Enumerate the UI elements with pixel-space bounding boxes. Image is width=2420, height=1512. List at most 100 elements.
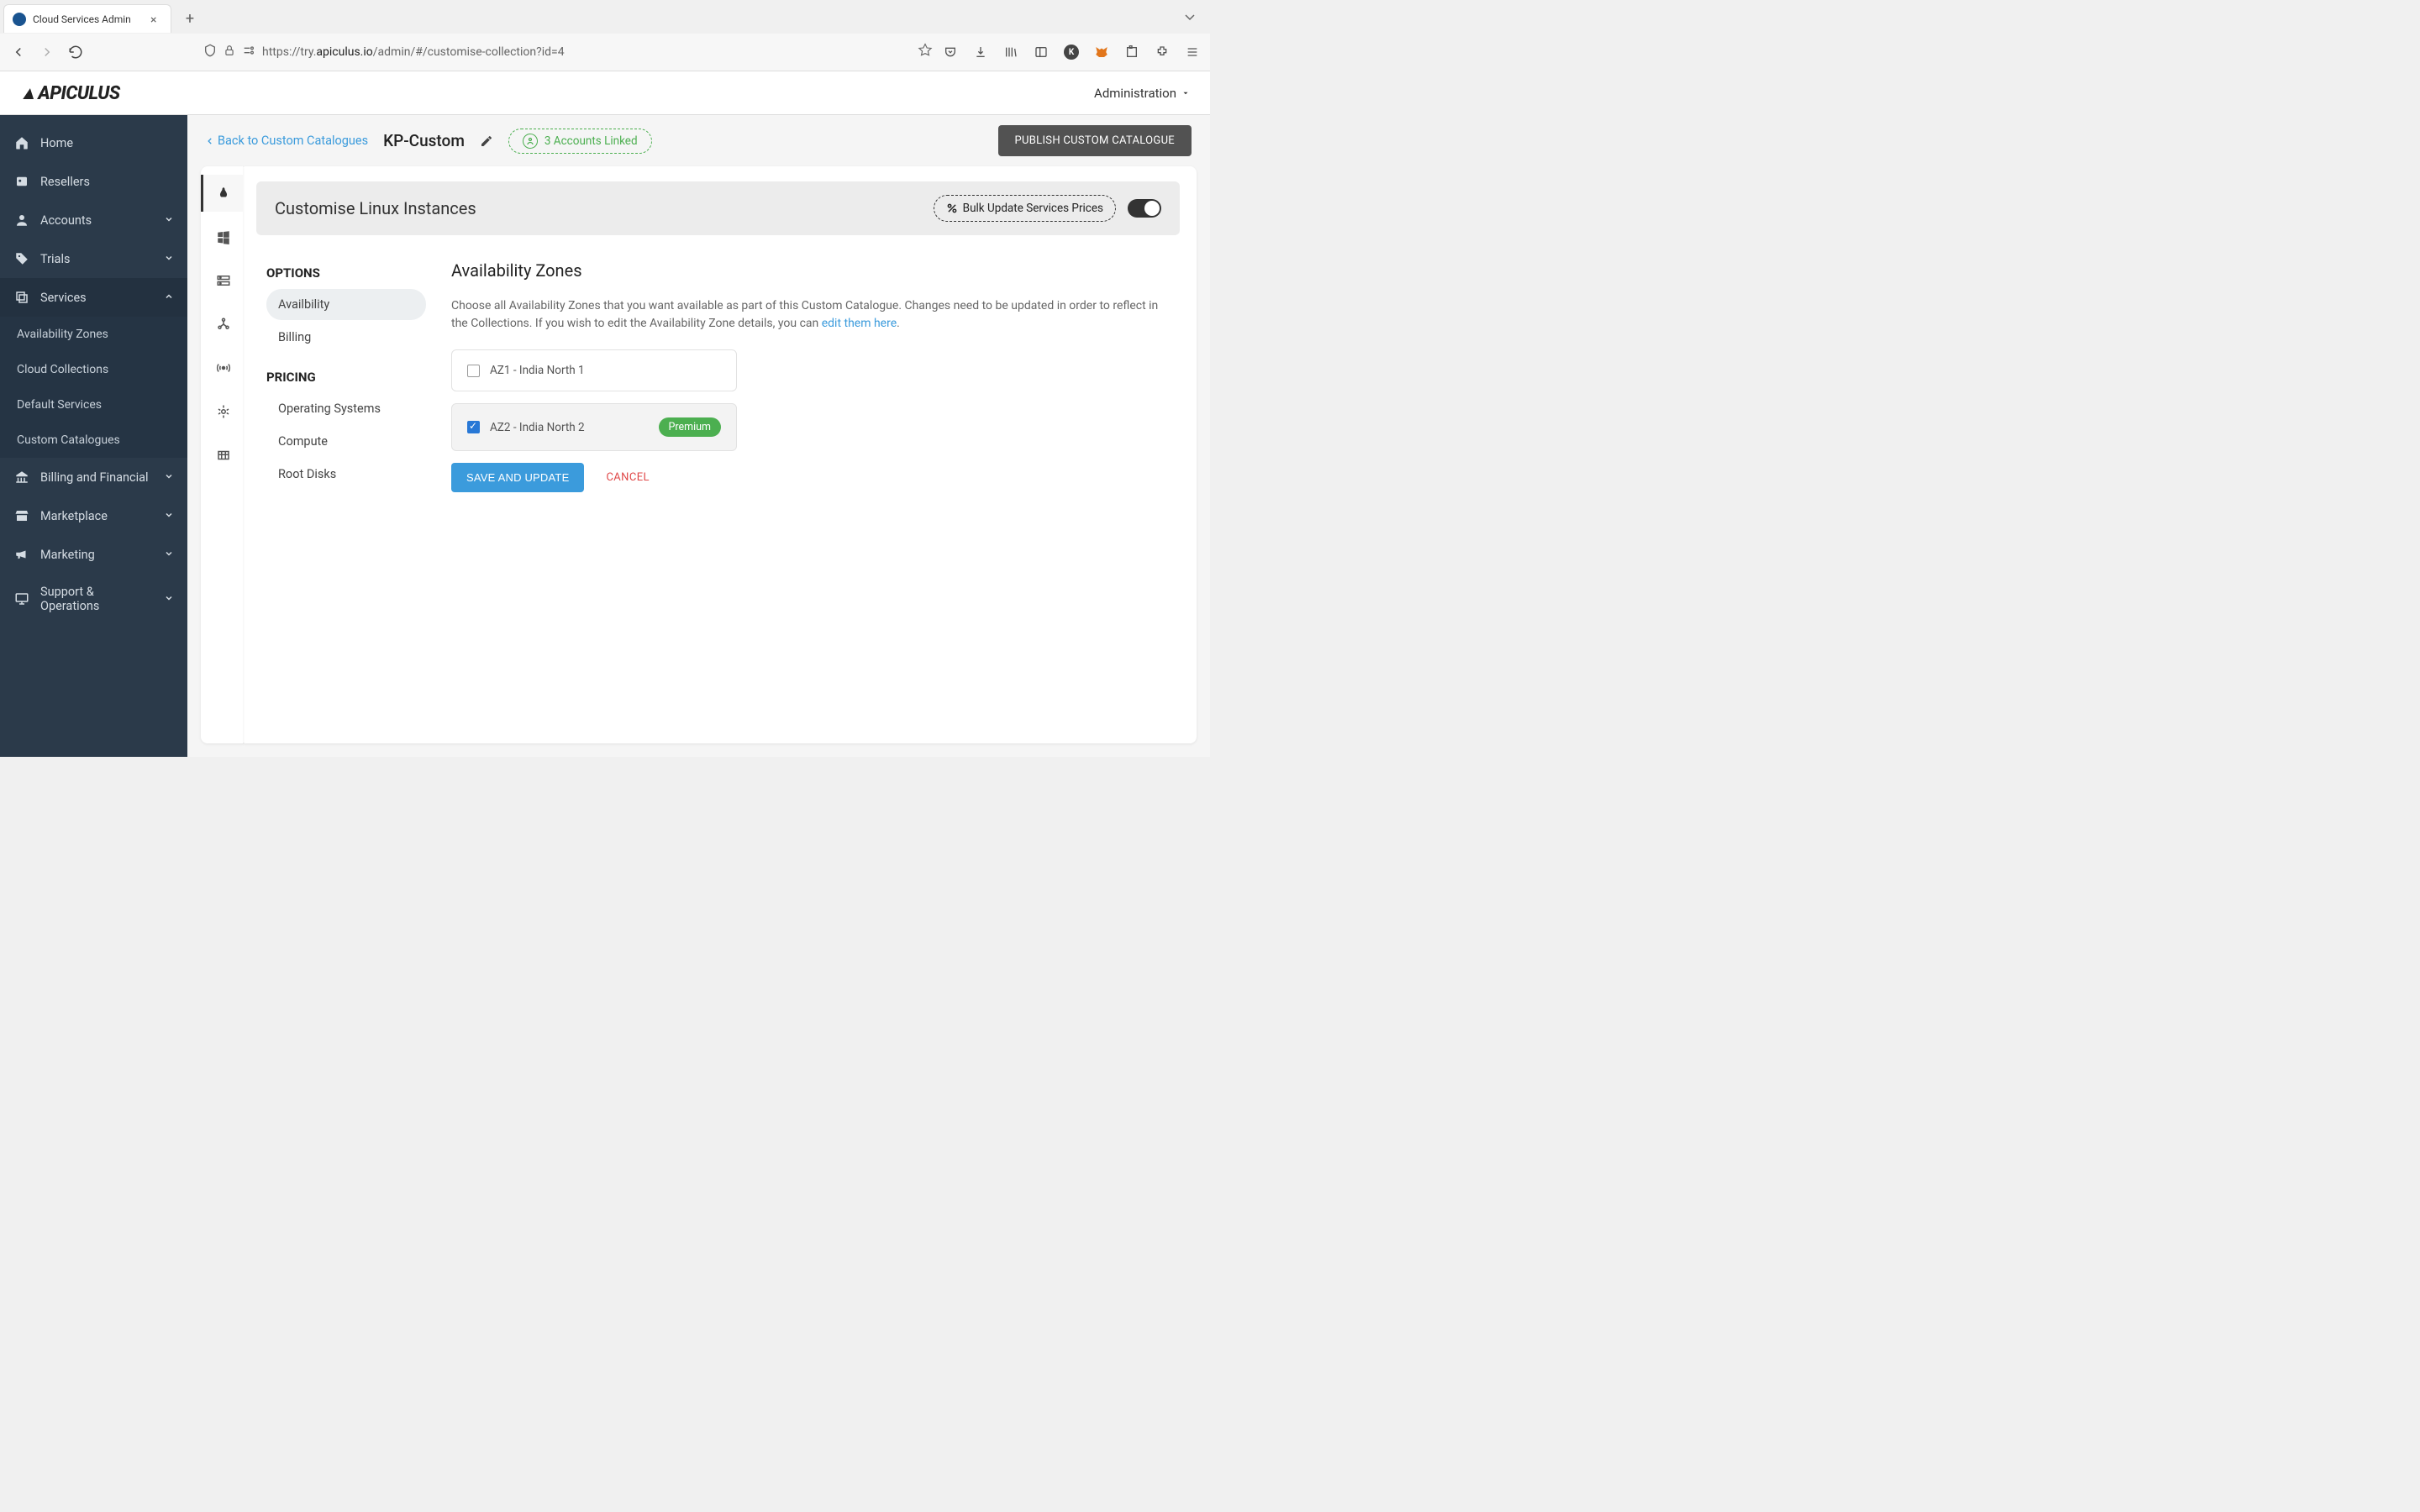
options-column: OPTIONS Availbility Billing PRICING Oper… [266, 260, 426, 492]
sidebar-sub-cloud-collections[interactable]: Cloud Collections [3, 352, 187, 387]
sidebar-item-label: Services [40, 291, 87, 305]
tabs-overflow-icon[interactable] [1183, 10, 1207, 27]
tab-title: Cloud Services Admin [33, 13, 144, 25]
bookmark-star-icon[interactable] [918, 43, 933, 61]
sidebar-sub-default-services[interactable]: Default Services [3, 387, 187, 423]
panel-toggle[interactable] [1128, 199, 1161, 218]
app-header: ▲APICULUS Administration [0, 71, 1210, 115]
sidebar-item-billing-financial[interactable]: Billing and Financial [0, 458, 187, 496]
sidebar-item-trials[interactable]: Trials [0, 239, 187, 278]
chevron-down-icon [164, 214, 174, 227]
sidebar-item-label: Availability Zones [17, 328, 108, 341]
tab-bar: Cloud Services Admin × + [0, 0, 1210, 34]
option-billing[interactable]: Billing [266, 322, 426, 353]
k-extension-icon[interactable]: K [1064, 45, 1079, 60]
cancel-button[interactable]: CANCEL [606, 471, 649, 484]
back-link[interactable]: Back to Custom Catalogues [206, 134, 368, 148]
publish-catalogue-button[interactable]: PUBLISH CUSTOM CATALOGUE [998, 125, 1192, 156]
az-option-2[interactable]: AZ2 - India North 2 Premium [451, 403, 737, 451]
pricing-heading: PRICING [266, 370, 426, 385]
sidebar-item-home[interactable]: Home [0, 123, 187, 162]
vtab-storage[interactable] [201, 262, 243, 299]
back-button[interactable] [10, 44, 27, 60]
monitor-icon [13, 591, 30, 607]
new-tab-button[interactable]: + [178, 7, 202, 30]
sidebar-item-label: Marketplace [40, 509, 108, 523]
accounts-linked-badge[interactable]: 3 Accounts Linked [508, 129, 652, 154]
panel-title: Customise Linux Instances [275, 198, 476, 218]
edit-pencil-icon[interactable] [480, 134, 493, 148]
az-option-1[interactable]: AZ1 - India North 1 [451, 349, 737, 391]
sidebar-item-support-operations[interactable]: Support & Operations [0, 574, 187, 624]
chevron-down-icon [164, 593, 174, 606]
sidebar-sub-custom-catalogues[interactable]: Custom Catalogues [3, 423, 187, 458]
sidebar-icon[interactable] [1034, 45, 1049, 60]
sidebar-item-label: Default Services [17, 398, 102, 412]
chevron-down-icon [164, 471, 174, 484]
browser-chrome: Cloud Services Admin × + https://try.api… [0, 0, 1210, 71]
sidebar-item-marketing[interactable]: Marketing [0, 535, 187, 574]
section-title: Availability Zones [451, 260, 1170, 281]
caret-down-icon [1181, 89, 1190, 97]
download-icon[interactable] [973, 45, 988, 60]
sidebar-item-label: Custom Catalogues [17, 433, 120, 447]
extension-icon[interactable] [1124, 45, 1139, 60]
option-root-disks[interactable]: Root Disks [266, 459, 426, 490]
checkbox-az2[interactable] [467, 421, 480, 433]
premium-badge: Premium [659, 417, 722, 437]
sidebar-submenu-services: Availability Zones Cloud Collections Def… [0, 317, 187, 458]
favicon-icon [13, 13, 26, 26]
bulk-update-button[interactable]: Bulk Update Services Prices [934, 195, 1116, 222]
chevron-down-icon [164, 549, 174, 561]
sidebar-item-label: Accounts [40, 213, 92, 228]
reload-button[interactable] [67, 44, 84, 60]
sidebar-item-label: Trials [40, 252, 70, 266]
shield-icon [203, 44, 217, 60]
chevron-down-icon [164, 253, 174, 265]
option-availability[interactable]: Availbility [266, 289, 426, 320]
save-update-button[interactable]: SAVE AND UPDATE [451, 463, 584, 492]
home-icon [13, 134, 30, 151]
option-compute[interactable]: Compute [266, 426, 426, 457]
bank-icon [13, 469, 30, 486]
sidebar-item-resellers[interactable]: Resellers [0, 162, 187, 201]
sidebar-item-label: Home [40, 136, 73, 150]
vtab-broadcast[interactable] [201, 349, 243, 386]
vtab-linux[interactable] [201, 175, 243, 212]
library-icon[interactable] [1003, 45, 1018, 60]
metamask-icon[interactable] [1094, 45, 1109, 60]
sidebar-item-label: Cloud Collections [17, 363, 108, 376]
customise-panel: Customise Linux Instances Bulk Update Se… [239, 166, 1197, 743]
extensions-puzzle-icon[interactable] [1155, 45, 1170, 60]
catalogue-name: KP-Custom [383, 131, 465, 150]
options-heading: OPTIONS [266, 265, 426, 281]
admin-dropdown[interactable]: Administration [1094, 86, 1190, 101]
url-area[interactable]: https://try.apiculus.io/admin/#/customis… [94, 43, 933, 61]
vtab-kubernetes[interactable] [201, 393, 243, 430]
sidebar-sub-availability-zones[interactable]: Availability Zones [3, 317, 187, 352]
vtab-database[interactable] [201, 437, 243, 474]
content-area: Back to Custom Catalogues KP-Custom 3 Ac… [187, 115, 1210, 757]
close-tab-icon[interactable]: × [150, 13, 162, 25]
sidebar: Home Resellers Accounts Trials Services … [0, 115, 187, 757]
sidebar-item-services[interactable]: Services [0, 278, 187, 317]
browser-tab[interactable]: Cloud Services Admin × [3, 4, 171, 33]
sidebar-item-label: Marketing [40, 548, 95, 562]
forward-button[interactable] [39, 44, 55, 60]
content-header: Back to Custom Catalogues KP-Custom 3 Ac… [187, 115, 1210, 166]
user-icon [13, 212, 30, 228]
checkbox-az1[interactable] [467, 365, 480, 377]
badge-icon [13, 173, 30, 190]
az-label: AZ2 - India North 2 [490, 421, 585, 434]
logo[interactable]: ▲APICULUS [20, 82, 120, 104]
option-operating-systems[interactable]: Operating Systems [266, 393, 426, 424]
edit-zones-link[interactable]: edit them here [822, 317, 897, 330]
pocket-icon[interactable] [943, 45, 958, 60]
sidebar-item-marketplace[interactable]: Marketplace [0, 496, 187, 535]
vtab-windows[interactable] [201, 218, 243, 255]
vtab-network[interactable] [201, 306, 243, 343]
chevron-left-icon [206, 137, 214, 145]
sidebar-item-accounts[interactable]: Accounts [0, 201, 187, 239]
hamburger-menu-icon[interactable] [1185, 45, 1200, 60]
accounts-linked-icon [523, 134, 538, 149]
